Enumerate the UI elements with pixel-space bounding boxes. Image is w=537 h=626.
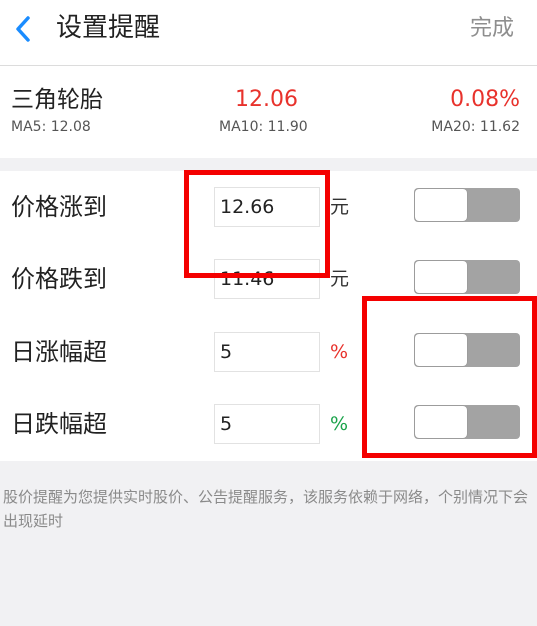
alert-settings-form: 价格涨到 元 价格跌到 元 日涨幅超 % 日跌幅超 %	[0, 171, 537, 461]
stock-price: 12.06	[235, 87, 298, 112]
price-up-input[interactable]	[214, 187, 320, 227]
alert-row-daily-fall: 日跌幅超 %	[0, 388, 537, 460]
stock-change-percent: 0.08%	[450, 87, 520, 112]
done-button[interactable]: 完成	[470, 14, 514, 44]
ma20-value: MA20: 11.62	[431, 119, 520, 135]
service-notice: 股价提醒为您提供实时股价、公告提醒服务，该服务依赖于网络，个别情况下会出现延时	[3, 488, 529, 530]
toggle-knob	[415, 261, 467, 293]
price-up-label: 价格涨到	[11, 193, 107, 221]
alert-row-price-down: 价格跌到 元	[0, 243, 537, 315]
price-down-label: 价格跌到	[11, 265, 107, 293]
ma10-value: MA10: 11.90	[219, 119, 308, 135]
daily-rise-label: 日涨幅超	[11, 338, 107, 366]
alert-row-price-up: 价格涨到 元	[0, 171, 537, 243]
stock-summary: 三角轮胎 12.06 0.08% MA5: 12.08 MA10: 11.90 …	[0, 66, 537, 158]
alert-row-daily-rise: 日涨幅超 %	[0, 316, 537, 388]
navigation-bar: 设置提醒 完成	[0, 0, 537, 66]
price-up-unit: 元	[330, 196, 350, 218]
chevron-left-icon[interactable]	[8, 12, 38, 46]
daily-fall-unit: %	[330, 413, 349, 435]
daily-fall-input[interactable]	[214, 404, 320, 444]
daily-rise-unit: %	[330, 341, 349, 363]
daily-fall-label: 日跌幅超	[11, 410, 107, 438]
price-up-toggle[interactable]	[414, 188, 520, 222]
toggle-knob	[415, 189, 467, 221]
page-title: 设置提醒	[56, 13, 161, 43]
stock-name: 三角轮胎	[11, 87, 103, 113]
ma5-value: MA5: 12.08	[11, 119, 91, 135]
daily-rise-input[interactable]	[214, 332, 320, 372]
toggle-knob	[415, 406, 467, 438]
price-down-input[interactable]	[214, 259, 320, 299]
daily-fall-toggle[interactable]	[414, 405, 520, 439]
price-down-toggle[interactable]	[414, 260, 520, 294]
daily-rise-toggle[interactable]	[414, 333, 520, 367]
toggle-knob	[415, 334, 467, 366]
price-down-unit: 元	[330, 268, 350, 290]
